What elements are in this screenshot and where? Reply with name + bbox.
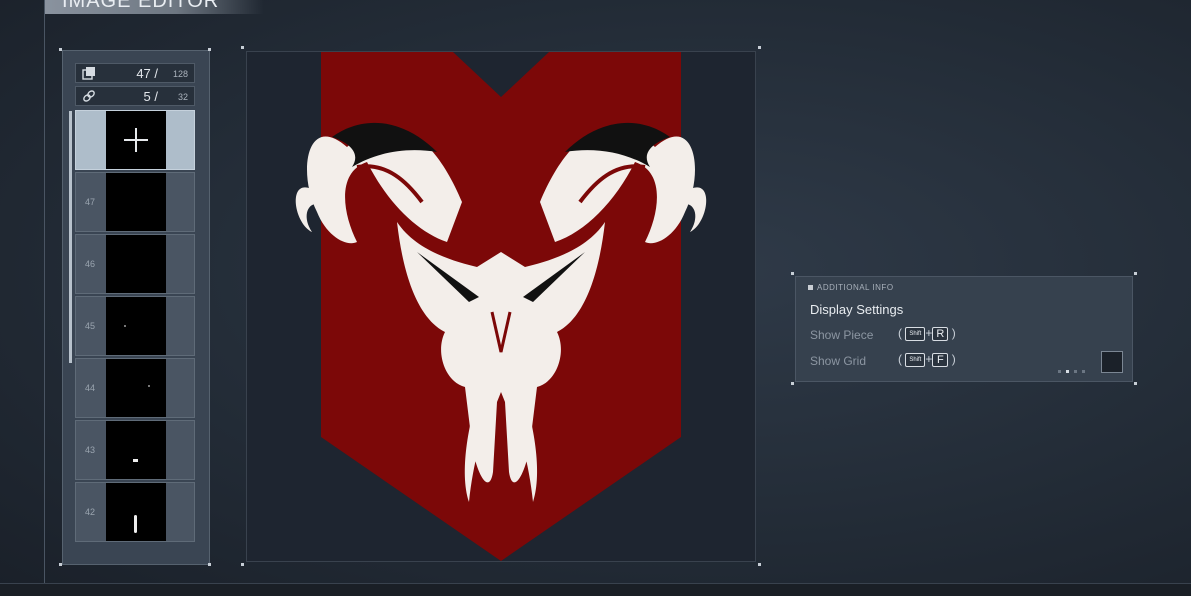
link-count: 5 / xyxy=(143,89,158,104)
add-layer-button[interactable] xyxy=(75,110,195,170)
layer-max: 128 xyxy=(172,69,188,79)
plus-icon xyxy=(124,128,148,152)
f-key: F xyxy=(932,352,949,367)
layer-preview xyxy=(106,483,166,541)
layer-counter: 47 / 128 xyxy=(75,63,195,83)
left-rail xyxy=(44,0,45,595)
bottom-rail xyxy=(0,583,1191,596)
layer-panel: 47 / 128 5 / 32 47 46 45 44 43 42 xyxy=(62,50,210,565)
shift-key: Shift xyxy=(905,352,926,367)
show-piece-label: Show Piece xyxy=(810,328,874,342)
corner-marker xyxy=(758,563,761,566)
layer-count: 47 / xyxy=(136,66,158,81)
corner-marker xyxy=(1134,272,1137,275)
corner-marker xyxy=(59,563,62,566)
layer-number: 42 xyxy=(85,507,96,517)
layer-mark xyxy=(124,325,126,327)
emblem-artwork xyxy=(295,52,707,561)
display-settings-title: Display Settings xyxy=(810,302,904,317)
grid-density-dots[interactable] xyxy=(1058,360,1090,378)
corner-marker xyxy=(241,46,244,49)
layer-number: 43 xyxy=(85,445,96,455)
show-grid-label: Show Grid xyxy=(810,354,867,368)
layer-mark xyxy=(133,459,138,462)
app-title: IMAGE EDITOR xyxy=(62,0,220,12)
corner-marker xyxy=(758,46,761,49)
corner-marker xyxy=(208,563,211,566)
dot-indicator xyxy=(1074,370,1077,373)
dot-indicator xyxy=(1058,370,1061,373)
layer-thumbnail[interactable]: 46 xyxy=(75,234,195,294)
link-max: 32 xyxy=(177,92,188,102)
layer-mark xyxy=(134,515,137,533)
corner-marker xyxy=(791,272,794,275)
edit-canvas[interactable] xyxy=(246,51,756,562)
r-key: R xyxy=(932,326,949,341)
section-label: ADDITIONAL INFO xyxy=(808,283,894,292)
show-piece-shortcut[interactable]: ( Shift + R ) xyxy=(898,326,956,341)
layer-preview xyxy=(106,359,166,417)
square-icon xyxy=(808,285,813,291)
link-icon xyxy=(83,90,95,102)
layer-scrollbar[interactable] xyxy=(69,111,72,363)
add-layer-canvas xyxy=(106,111,166,169)
layer-thumbnail[interactable]: 43 xyxy=(75,420,195,480)
layer-preview xyxy=(106,297,166,355)
additional-info-panel: ADDITIONAL INFO Display Settings Show Pi… xyxy=(795,276,1133,382)
layer-thumbnail[interactable]: 44 xyxy=(75,358,195,418)
layer-number: 45 xyxy=(85,321,96,331)
dot-indicator-active xyxy=(1066,370,1069,373)
link-counter: 5 / 32 xyxy=(75,86,195,106)
layer-thumbnail[interactable]: 42 xyxy=(75,482,195,542)
corner-marker xyxy=(1134,382,1137,385)
title-bar: IMAGE EDITOR xyxy=(44,0,264,14)
corner-marker xyxy=(241,563,244,566)
grid-color-swatch[interactable] xyxy=(1101,351,1123,373)
corner-marker xyxy=(791,382,794,385)
corner-marker xyxy=(208,48,211,51)
layer-preview xyxy=(106,173,166,231)
layer-number: 47 xyxy=(85,197,96,207)
layer-number: 44 xyxy=(85,383,96,393)
layer-mark xyxy=(148,385,150,387)
layer-thumbnail[interactable]: 45 xyxy=(75,296,195,356)
layer-thumbnail[interactable]: 47 xyxy=(75,172,195,232)
layer-preview xyxy=(106,235,166,293)
layer-preview xyxy=(106,421,166,479)
shift-key: Shift xyxy=(905,326,926,341)
show-grid-shortcut[interactable]: ( Shift + F ) xyxy=(898,352,956,367)
layers-icon xyxy=(82,67,95,80)
layer-number: 46 xyxy=(85,259,96,269)
corner-marker xyxy=(59,48,62,51)
dot-indicator xyxy=(1082,370,1085,373)
